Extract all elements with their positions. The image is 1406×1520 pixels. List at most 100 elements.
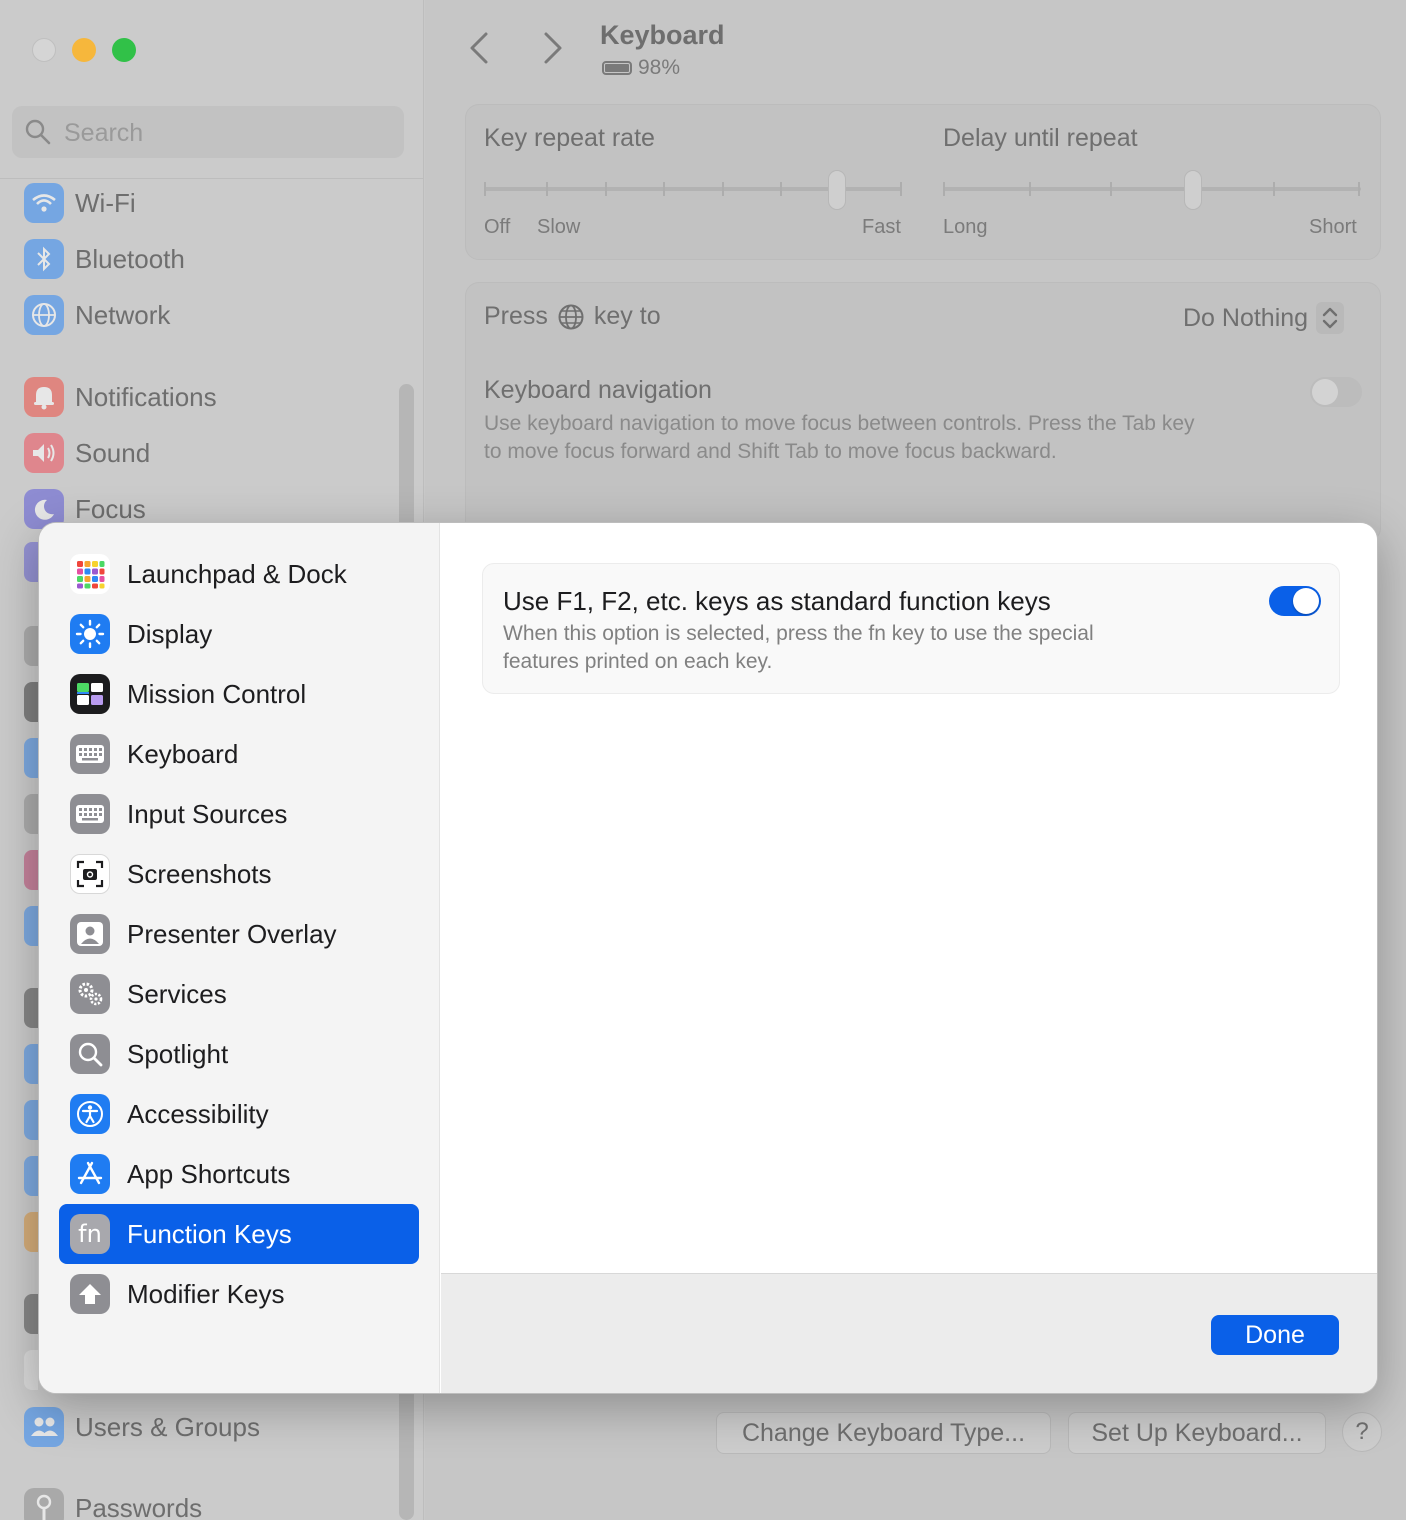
slider-tick <box>663 182 665 196</box>
shortcut-category-services[interactable]: Services <box>59 964 419 1024</box>
delay-until-repeat-label: Delay until repeat <box>943 124 1138 152</box>
sidebar-item-network[interactable]: Network <box>24 293 170 337</box>
press-key-select[interactable]: Do Nothing <box>1183 302 1345 334</box>
keyboard-shortcuts-sheet: Launchpad & Dock Display Mission Control… <box>38 522 1378 1394</box>
sidebar-item-bluetooth[interactable]: Bluetooth <box>24 237 185 281</box>
users-icon <box>24 1407 64 1447</box>
slider-tick <box>546 182 548 196</box>
sidebar-item-users-groups[interactable]: Users & Groups <box>24 1405 260 1449</box>
shortcut-category-mission-control[interactable]: Mission Control <box>59 664 419 724</box>
sidebar-item-sound[interactable]: Sound <box>24 431 150 475</box>
gears-icon <box>70 974 110 1014</box>
shortcut-category-keyboard[interactable]: Keyboard <box>59 724 419 784</box>
keyboard-navigation-label: Keyboard navigation <box>484 376 712 404</box>
shortcut-category-screenshots[interactable]: Screenshots <box>59 844 419 904</box>
sidebar-icon-strip <box>24 1294 38 1334</box>
slider-label-long: Long <box>943 216 988 238</box>
search-placeholder: Search <box>64 119 144 147</box>
keyboard-navigation-toggle[interactable] <box>1310 377 1362 407</box>
shortcut-category-presenter-overlay[interactable]: Presenter Overlay <box>59 904 419 964</box>
forward-arrow-icon[interactable] <box>532 28 572 68</box>
delay-until-repeat-slider[interactable] <box>943 187 1361 191</box>
shortcut-category-function-keys[interactable]: fn Function Keys <box>59 1204 419 1264</box>
slider-tick <box>722 182 724 196</box>
camera-icon <box>70 854 110 894</box>
help-button[interactable]: ? <box>1342 1412 1382 1452</box>
wifi-icon <box>24 183 64 223</box>
shortcut-category-app-shortcuts[interactable]: App Shortcuts <box>59 1144 419 1204</box>
sidebar-icon-strip <box>24 682 38 722</box>
sidebar-icon-strip <box>24 626 38 666</box>
slider-tick <box>943 182 945 196</box>
battery-icon <box>602 61 632 75</box>
shortcut-category-input-sources[interactable]: Input Sources <box>59 784 419 844</box>
slider-tick <box>605 182 607 196</box>
slider-label-slow: Slow <box>537 216 581 238</box>
sidebar-icon-strip <box>24 1100 38 1140</box>
press-key-label: Press key to <box>484 302 661 330</box>
done-button[interactable]: Done <box>1211 1315 1339 1355</box>
key-repeat-rate-label: Key repeat rate <box>484 124 655 152</box>
sheet-footer: Done <box>441 1273 1377 1393</box>
sidebar-item-notifications[interactable]: Notifications <box>24 375 217 419</box>
sidebar-divider <box>0 178 424 179</box>
shortcut-category-accessibility[interactable]: Accessibility <box>59 1084 419 1144</box>
shortcut-category-launchpad-dock[interactable]: Launchpad & Dock <box>59 544 419 604</box>
function-keys-toggle[interactable] <box>1269 586 1321 616</box>
shortcut-category-display[interactable]: Display <box>59 604 419 664</box>
sidebar-item-passwords[interactable]: Passwords <box>24 1486 202 1520</box>
magnifier-icon <box>70 1034 110 1074</box>
slider-tick <box>1358 182 1360 196</box>
minimize-window-button[interactable] <box>72 38 96 62</box>
shortcuts-detail-pane: Use F1, F2, etc. keys as standard functi… <box>441 523 1377 1273</box>
slider-tick <box>900 182 902 196</box>
globe-icon <box>558 304 584 329</box>
key-repeat-rate-knob[interactable] <box>828 170 846 210</box>
sidebar-item-wifi[interactable]: Wi-Fi <box>24 181 136 225</box>
sidebar-icon-strip <box>24 988 38 1028</box>
sidebar-icon-strip <box>24 1044 38 1084</box>
function-keys-option-description: When this option is selected, press the … <box>503 622 1094 673</box>
change-keyboard-type-button[interactable]: Change Keyboard Type... <box>716 1412 1051 1454</box>
sidebar-icon-strip <box>24 1212 38 1252</box>
fn-icon: fn <box>70 1214 110 1254</box>
sidebar-icon-strip <box>24 1350 38 1390</box>
globe-icon <box>24 295 64 335</box>
slider-tick <box>1273 182 1275 196</box>
launchpad-icon <box>70 554 110 594</box>
bell-icon <box>24 377 64 417</box>
app-store-icon <box>70 1154 110 1194</box>
slider-tick <box>1029 182 1031 196</box>
slider-tick <box>484 182 486 196</box>
accessibility-icon <box>70 1094 110 1134</box>
window-title: Keyboard <box>600 20 725 50</box>
sidebar-icon-strip <box>24 906 38 946</box>
search-icon <box>25 119 51 145</box>
slider-label-fast: Fast <box>862 216 901 238</box>
keyboard-navigation-description: Use keyboard navigation to move focus be… <box>484 412 1195 463</box>
shortcut-category-modifier-keys[interactable]: Modifier Keys <box>59 1264 419 1324</box>
slider-tick <box>780 182 782 196</box>
function-keys-option-title: Use F1, F2, etc. keys as standard functi… <box>503 586 1051 616</box>
shortcut-category-spotlight[interactable]: Spotlight <box>59 1024 419 1084</box>
keyboard-icon <box>70 734 110 774</box>
sidebar-icon-strip <box>24 794 38 834</box>
key-icon <box>24 1488 64 1520</box>
set-up-keyboard-button[interactable]: Set Up Keyboard... <box>1068 1412 1326 1454</box>
delay-until-repeat-knob[interactable] <box>1184 170 1202 210</box>
back-arrow-icon[interactable] <box>460 28 500 68</box>
function-keys-option-card: Use F1, F2, etc. keys as standard functi… <box>482 563 1340 694</box>
shortcuts-sidebar: Launchpad & Dock Display Mission Control… <box>39 523 440 1393</box>
slider-tick <box>1110 182 1112 196</box>
up-arrow-icon <box>70 1274 110 1314</box>
close-window-button[interactable] <box>32 38 56 62</box>
sidebar-icon-strip <box>24 542 38 582</box>
person-icon <box>70 914 110 954</box>
mission-control-icon <box>70 674 110 714</box>
sun-icon <box>70 614 110 654</box>
search-field[interactable]: Search <box>12 106 404 158</box>
maximize-window-button[interactable] <box>112 38 136 62</box>
speaker-icon <box>24 433 64 473</box>
battery-status: 98% <box>602 56 680 80</box>
sidebar-icon-strip <box>24 850 38 890</box>
